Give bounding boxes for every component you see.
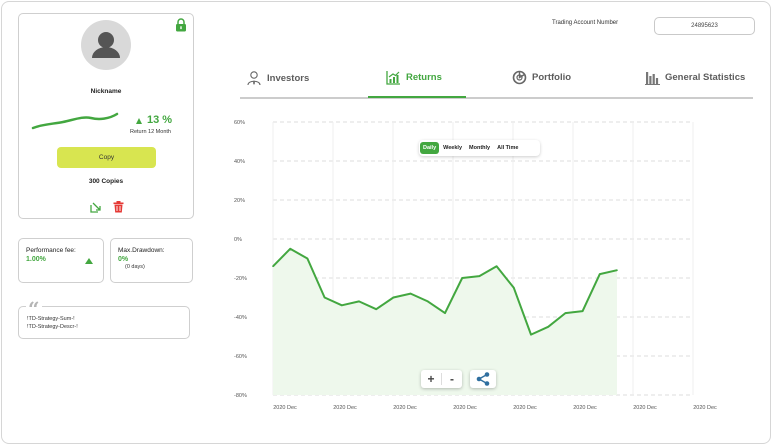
range-monthly-button[interactable]: Monthly (466, 142, 493, 154)
data-point (323, 296, 326, 299)
y-tick-label: -20% (234, 276, 247, 282)
data-point (581, 310, 584, 312)
data-point (358, 300, 360, 303)
data-point (547, 325, 549, 328)
data-point (530, 333, 532, 336)
y-tick-label: 40% (234, 159, 245, 165)
data-point (289, 247, 292, 250)
x-tick-label: 2020 Dec (573, 405, 597, 411)
data-point (495, 265, 498, 268)
x-tick-label: 2020 Dec (693, 405, 717, 411)
x-tick-label: 2020 Dec (393, 405, 417, 411)
x-tick-label: 2020 Dec (333, 405, 357, 411)
share-button[interactable] (470, 370, 496, 388)
data-point (444, 312, 446, 314)
data-point (341, 304, 343, 307)
range-daily-button[interactable]: Daily (420, 142, 440, 154)
data-point (478, 275, 481, 277)
data-point (616, 269, 618, 272)
x-tick-label: 2020 Dec (633, 405, 657, 411)
range-weekly-button[interactable]: Weekly (440, 142, 465, 154)
zoom-in-button[interactable]: + (421, 370, 441, 388)
data-point (272, 265, 274, 268)
range-selector: Daily Weekly Monthly All Time (419, 140, 540, 156)
y-tick-label: 0% (234, 237, 242, 243)
x-tick-label: 2020 Dec (513, 405, 537, 411)
zoom-controls: + - (421, 370, 462, 388)
data-point (306, 257, 309, 260)
y-tick-label: -60% (234, 354, 247, 360)
data-point (564, 312, 567, 314)
data-point (461, 277, 464, 279)
data-point (427, 300, 429, 303)
x-tick-label: 2020 Dec (273, 405, 297, 411)
range-all-time-button[interactable]: All Time (494, 142, 521, 154)
returns-chart: 60% 40% 20% 0% -20% -40% -60% -80% 2020 Dec 2020 … (234, 120, 717, 411)
data-point (599, 273, 601, 275)
data-point (392, 296, 395, 299)
zoom-out-button[interactable]: - (442, 370, 462, 388)
data-point (375, 308, 378, 311)
y-tick-label: 60% (234, 120, 245, 126)
y-tick-label: -80% (234, 393, 247, 399)
x-tick-label: 2020 Dec (453, 405, 477, 411)
y-tick-label: -40% (234, 315, 247, 321)
y-tick-label: 20% (234, 198, 245, 204)
share-icon (476, 372, 490, 386)
data-point (409, 292, 412, 295)
data-point (513, 286, 515, 289)
